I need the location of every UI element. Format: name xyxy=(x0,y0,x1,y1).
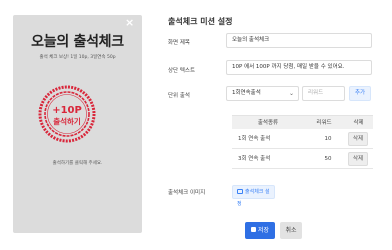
column-reward: 리워드 xyxy=(316,120,332,126)
preview-subtitle: 출석 체크 보상! 1일 10p, 3일연속 50p xyxy=(39,55,116,60)
unit-label: 단위 출석 xyxy=(168,93,190,99)
row-reward: 50 xyxy=(324,156,332,162)
stamp-points: +10P xyxy=(52,105,82,116)
row-reward: 10 xyxy=(324,136,332,142)
reward-input[interactable]: 리워드 xyxy=(302,86,345,101)
delete-button[interactable]: 삭제 xyxy=(348,152,368,166)
cancel-button[interactable]: 취소 xyxy=(280,222,302,239)
preview-hint: 출석하기를 클릭해 주세요. xyxy=(52,161,103,166)
page-title: 출석체크 미션 설정 xyxy=(168,17,233,26)
close-icon[interactable]: × xyxy=(125,17,134,28)
screen-title-label: 화면 제목 xyxy=(168,40,190,46)
table-header: 출석종류 리워드 삭제 xyxy=(232,115,373,129)
add-button[interactable]: 추가 xyxy=(349,86,371,101)
top-text-label: 상단 텍스트 xyxy=(168,68,196,74)
delete-button[interactable]: 삭제 xyxy=(348,132,368,146)
chevron-down-icon: ⌄ xyxy=(288,90,294,97)
screen-title-input[interactable]: 오늘의 출석체크 xyxy=(226,33,372,48)
row-type: 3회 연속 출석 xyxy=(238,156,271,162)
reward-placeholder: 리워드 xyxy=(308,90,324,96)
column-delete: 삭제 xyxy=(353,120,364,126)
image-settings-button[interactable]: 출석체크 설정 xyxy=(232,185,275,207)
attendance-stamp-button[interactable]: +10P 출석하기 xyxy=(38,85,96,143)
unit-select-value: 1회연속출석 xyxy=(232,90,261,96)
unit-select[interactable]: 1회연속출석 ⌄ xyxy=(226,86,299,101)
image-label: 출석체크 이미지 xyxy=(168,190,206,196)
stamp-label: 출석하기 xyxy=(53,116,81,126)
column-type: 출석종류 xyxy=(257,120,279,126)
top-text-input[interactable]: 10P 에서 100P 까지 당첨, 매일 받을 수 있어요. xyxy=(226,60,372,75)
save-button[interactable]: 저장 xyxy=(245,222,275,239)
preview-title: 오늘의 출석체크 xyxy=(31,34,124,50)
save-label: 저장 xyxy=(257,227,270,234)
save-icon xyxy=(250,227,256,232)
image-icon xyxy=(237,189,243,194)
row-type: 1회 연속 출석 xyxy=(238,136,271,142)
